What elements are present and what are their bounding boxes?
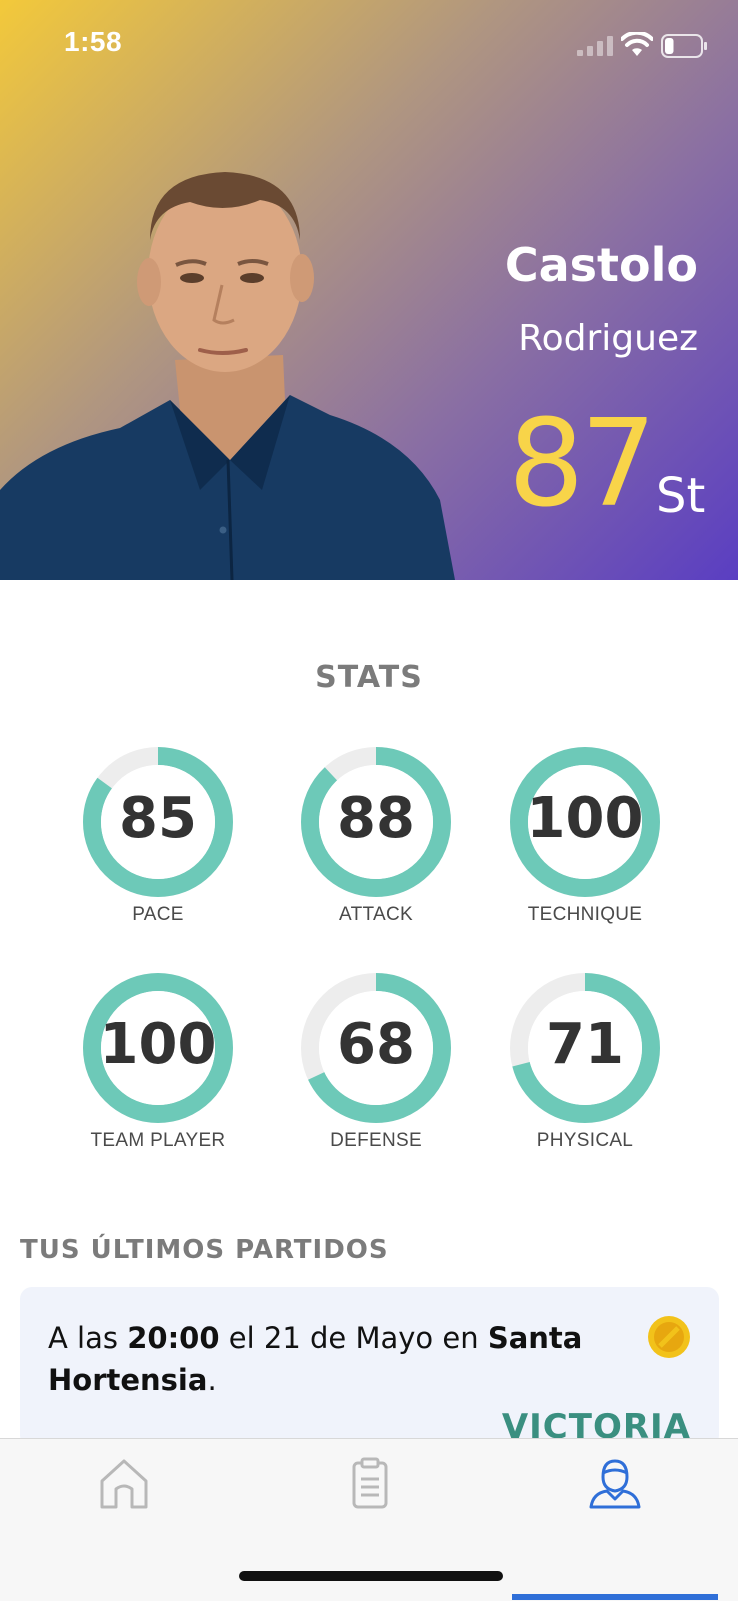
stats-title: STATS bbox=[315, 660, 423, 695]
user-icon[interactable] bbox=[585, 1453, 645, 1513]
cellular-signal-icon bbox=[577, 36, 613, 56]
match-middle: el 21 de Mayo en bbox=[219, 1321, 488, 1355]
stat-value: 100 bbox=[526, 786, 644, 851]
stat-label: TEAM PLAYER bbox=[90, 1130, 226, 1151]
stat-value: 68 bbox=[337, 1012, 415, 1077]
active-tab-indicator bbox=[512, 1594, 718, 1600]
home-indicator bbox=[239, 1571, 503, 1581]
home-icon[interactable] bbox=[94, 1453, 154, 1513]
status-bar: 1:58 bbox=[0, 0, 738, 90]
clipboard-icon[interactable] bbox=[340, 1453, 400, 1513]
match-description: A las 20:00 el 21 de Mayo en Santa Horte… bbox=[48, 1317, 608, 1401]
player-header: 1:58 Castolo Rodriguez 87 St bbox=[0, 0, 738, 580]
stat-value: 88 bbox=[337, 786, 415, 851]
stat-label: TECHNIQUE bbox=[527, 904, 643, 925]
player-last-name: Rodriguez bbox=[518, 318, 698, 359]
player-rating: 87 bbox=[508, 395, 657, 534]
stat-value: 85 bbox=[119, 786, 197, 851]
stat-pace: 85 PACE bbox=[58, 742, 258, 926]
stat-defense: 68 DEFENSE bbox=[276, 968, 476, 1152]
stat-label: DEFENSE bbox=[330, 1130, 422, 1151]
match-card[interactable]: A las 20:00 el 21 de Mayo en Santa Horte… bbox=[20, 1287, 719, 1447]
stat-attack: 88 ATTACK bbox=[276, 742, 476, 926]
stat-team-player: 100 TEAM PLAYER bbox=[58, 968, 258, 1152]
wifi-icon bbox=[621, 32, 653, 56]
gold-coin-icon bbox=[648, 1316, 690, 1358]
recent-matches-title: TUS ÚLTIMOS PARTIDOS bbox=[20, 1235, 389, 1265]
stat-physical: 71 PHYSICAL bbox=[485, 968, 685, 1152]
player-first-name: Castolo bbox=[504, 238, 698, 292]
battery-icon bbox=[661, 34, 707, 58]
stat-value: 71 bbox=[546, 1012, 624, 1077]
match-time: 20:00 bbox=[127, 1321, 220, 1355]
player-position: St bbox=[656, 468, 706, 524]
stat-label: PACE bbox=[132, 904, 184, 925]
match-prefix: A las bbox=[48, 1321, 128, 1355]
status-time: 1:58 bbox=[64, 26, 123, 57]
stat-technique: 100 TECHNIQUE bbox=[485, 742, 685, 926]
stat-label: PHYSICAL bbox=[536, 1130, 634, 1151]
player-photo bbox=[0, 172, 455, 580]
stat-value: 100 bbox=[99, 1012, 217, 1077]
stat-label: ATTACK bbox=[339, 904, 413, 925]
match-suffix: . bbox=[207, 1363, 217, 1397]
